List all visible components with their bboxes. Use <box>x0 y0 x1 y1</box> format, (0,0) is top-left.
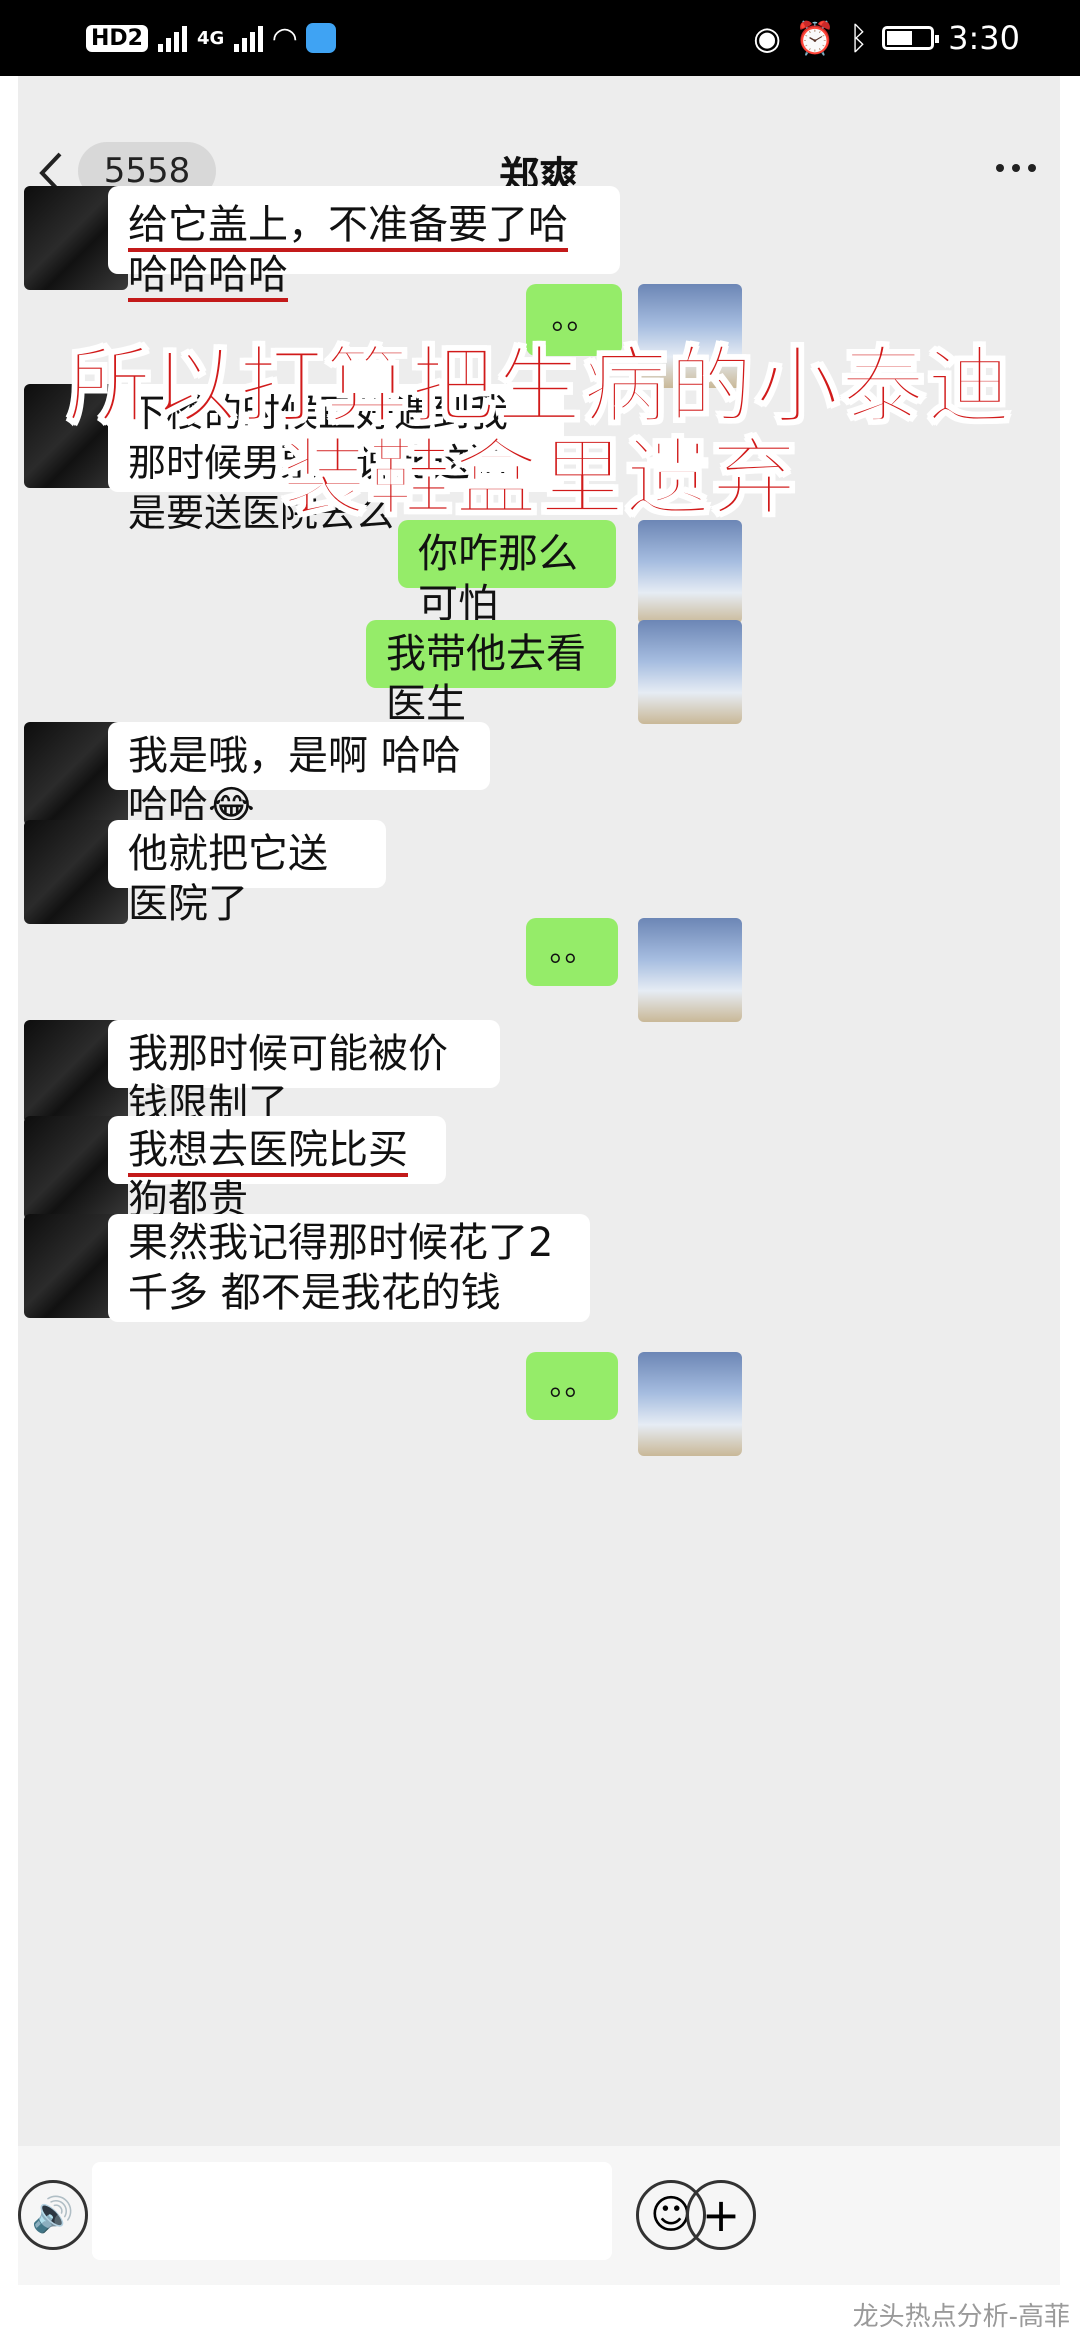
network-label: 4G <box>196 27 225 49</box>
app-icon <box>306 23 337 53</box>
my-avatar[interactable] <box>638 918 742 1022</box>
my-avatar[interactable] <box>638 620 742 724</box>
bluetooth-icon: ᛒ <box>848 19 869 57</box>
my-avatar[interactable] <box>638 1352 742 1456</box>
message-text: 我想去医院比买狗都贵 <box>128 1127 408 1227</box>
message-bubble-incoming[interactable]: 给它盖上，不准备要了哈哈哈哈哈 <box>108 186 620 302</box>
message-input[interactable] <box>92 2162 612 2260</box>
system-nav-bar: 龙头热点分析-高菲 <box>0 2285 1080 2335</box>
eye-icon: ◉ <box>753 19 782 57</box>
voice-input-icon[interactable]: 🔊 <box>18 2180 88 2250</box>
message-bubble-incoming[interactable]: 我是哦，是啊 哈哈哈哈😂 <box>108 722 490 829</box>
battery-icon <box>882 26 940 50</box>
message-text: 给它盖上，不准备要了哈哈哈哈哈 <box>128 202 568 302</box>
watermark: 龙头热点分析-高菲 <box>852 2302 1070 2332</box>
message-text: 果然我记得那时候花了2千多 都不是我花的钱 <box>128 1220 554 1316</box>
message-bubble-outgoing[interactable]: 你咋那么可怕 <box>398 520 616 627</box>
message-text: 。。 <box>549 1368 595 1403</box>
message-bubble-outgoing[interactable]: 。。 <box>526 1352 618 1420</box>
signal-icon <box>157 24 187 52</box>
message-text: 你咋那么可怕 <box>418 531 578 627</box>
message-text: 。。 <box>551 302 597 337</box>
overlay-line-1: 所以打算把生病的小泰迪 <box>66 337 1013 435</box>
message-text: 他就把它送医院了 <box>128 831 328 927</box>
message-bubble-incoming[interactable]: 果然我记得那时候花了2千多 都不是我花的钱 <box>108 1214 590 1322</box>
message-text: 我带他去看医生 <box>386 631 586 727</box>
message-text: 。。 <box>549 934 595 969</box>
message-bubble-incoming[interactable]: 我那时候可能被价钱限制了 <box>108 1020 500 1127</box>
message-text: 我是哦，是啊 哈哈哈哈😂 <box>128 733 461 829</box>
add-icon[interactable]: + <box>686 2180 756 2250</box>
message-bubble-incoming[interactable]: 他就把它送医院了 <box>108 820 386 927</box>
message-bubble-outgoing[interactable]: 我带他去看医生 <box>366 620 616 727</box>
chat-input-bar: 🔊 ☺ + <box>18 2146 1060 2286</box>
overlay-line-2: 装鞋盒里遗弃 <box>281 429 798 527</box>
alarm-icon: ⏰ <box>795 19 835 57</box>
hd-badge: HD2 <box>86 24 148 52</box>
status-bar: HD2 4G ◠ ◉ ⏰ ᛒ 3:30 <box>0 0 1080 76</box>
wifi-icon: ◠ <box>273 20 297 56</box>
clock: 3:30 <box>948 19 1020 57</box>
signal-icon-2 <box>234 24 264 52</box>
more-options-icon[interactable] <box>996 164 1036 172</box>
message-text: 我那时候可能被价钱限制了 <box>128 1031 448 1127</box>
message-bubble-outgoing[interactable]: 。。 <box>526 918 618 986</box>
my-avatar[interactable] <box>638 520 742 624</box>
overlay-caption: 所以打算把生病的小泰迪 装鞋盒里遗弃 <box>0 337 1080 527</box>
message-bubble-incoming[interactable]: 我想去医院比买狗都贵 <box>108 1116 446 1227</box>
